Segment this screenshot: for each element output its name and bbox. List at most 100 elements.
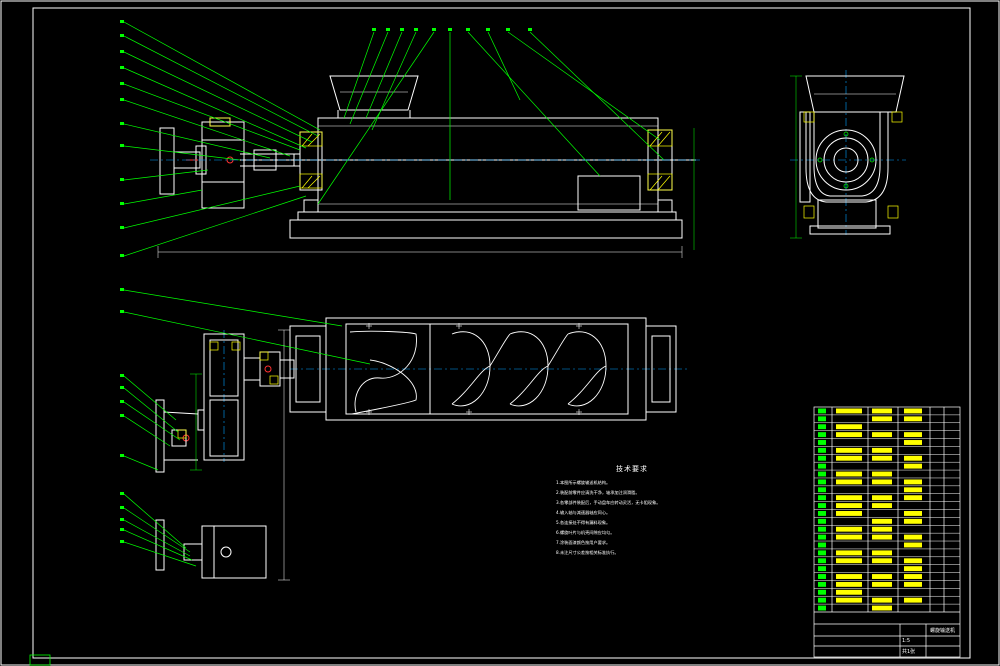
bom-cell [818,495,826,501]
technical-requirements: 技术要求 1.本图所示螺旋输送机结构。 2.装配前零件应清洗干净，轴承加注润滑脂… [556,464,688,558]
bom-cell [904,408,922,414]
bom-cell [818,511,826,516]
leader-ticks-front-top [372,28,532,31]
bom-cell [836,558,862,564]
bom-cell [818,447,826,453]
bom-cell [818,566,826,572]
bom-cell [872,574,892,579]
bom-cell [872,471,892,477]
centerlines [150,70,906,462]
drawing-name: 螺旋输送机 [930,628,956,634]
bom-cell [818,589,826,595]
title-block [813,406,961,658]
bom-cell [872,558,892,564]
bom-cell [904,479,922,485]
technical-requirements-title: 技术要求 [616,465,648,473]
bom-cell [836,424,862,430]
side-view [799,75,905,235]
bom-cell [904,463,922,469]
bom-cell [818,424,826,430]
bom-cell [836,455,862,461]
dimension-plan [190,329,290,581]
bom-cell [872,605,892,611]
note-line: 2.装配前零件应清洗干净，轴承加注润滑脂。 [556,490,640,495]
bom-cell [836,495,862,501]
bom-cell [904,581,922,587]
bom-cell [904,566,922,572]
bom-cell [818,432,826,438]
bom-cell [872,534,892,540]
bom-cell [904,487,922,493]
bom-cell [872,518,892,524]
bom-cell [818,416,826,422]
bom-cell [904,495,922,501]
bom-cell [836,597,862,603]
note-line: 8.未注尺寸公差按相关标准执行。 [556,550,619,555]
bom-cell [872,526,892,532]
bom-cell [818,518,826,524]
bom-cell [836,432,862,438]
bom-cell [904,432,922,438]
drawing-frame-inner [32,7,971,659]
bom-cell [836,581,862,587]
bom-cell [904,455,922,461]
leader-ticks-front-left [120,20,124,257]
bom-cell [818,455,826,461]
bom-cell [904,558,922,564]
bom-cell [836,574,862,579]
bom-cell [836,526,862,532]
bom-cell [818,471,826,477]
bom-cell [904,534,922,540]
bom-cell [836,589,862,595]
bom-cell [872,503,892,508]
bom-cell [818,574,826,579]
bom-cell [836,471,862,477]
leader-lines-front-left [123,21,321,257]
front-view [159,75,696,239]
screw-flights [349,330,607,415]
bom-cell [818,463,826,469]
bom-cell [904,416,922,422]
bom-cell [904,542,922,548]
bom-cell [904,518,922,524]
plan-hatch [177,341,279,439]
note-line: 3.各零部件装配后，手动盘车应转动灵活，无卡阻现象。 [556,500,661,505]
leader-ticks-plan [120,288,124,543]
bom-cell [904,574,922,579]
leader-lines-plan [123,289,371,567]
bom-cell [818,479,826,485]
drawing-scale: 1:5 [902,638,911,644]
bom-cell [872,416,892,422]
bom-cell [818,526,826,532]
bom-cell [836,534,862,540]
bom-cell [872,550,892,556]
note-line: 1.本图所示螺旋输送机结构。 [556,480,611,485]
bom-cell [836,408,862,414]
title-block-lower [814,611,960,657]
bom-cell [872,581,892,587]
bom-cell [836,511,862,516]
bom-cell [872,408,892,414]
bom-cell [904,440,922,445]
bom-cell [818,550,826,556]
bom-cell [904,511,922,516]
bom-cell [818,605,826,611]
bom-cell [818,408,826,414]
drawing-frame-outer [0,0,1000,666]
bom-cell [818,542,826,548]
bom-cell [872,447,892,453]
bom-cell [818,487,826,493]
bom-cell [818,581,826,587]
bom-cell [818,503,826,508]
cad-drawing [0,0,1000,666]
bom-cell [872,495,892,501]
note-line: 6.螺旋叶片与机壳间隙应均匀。 [556,530,615,535]
bom-cell [818,558,826,564]
bom-cell [904,597,922,603]
bom-cell [872,479,892,485]
bom-cell [818,597,826,603]
bom-cell [836,447,862,453]
bom-cell [818,534,826,540]
bom-cell [872,455,892,461]
note-line: 4.输入轴与减速器轴应同心。 [556,510,611,515]
